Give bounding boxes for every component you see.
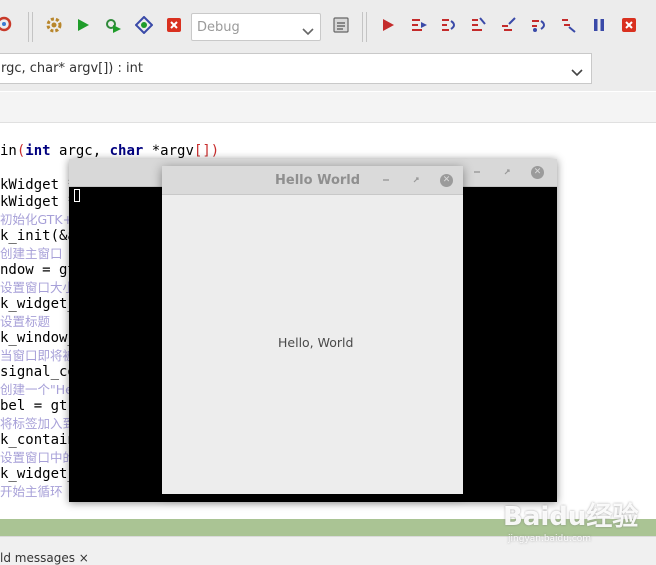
compile-icon[interactable] — [0, 15, 14, 35]
watermark-url: jingyan.baidu.com — [508, 534, 592, 544]
toolbar-separator — [32, 12, 33, 42]
function-selector[interactable]: rgc, char* argv[]) : int — [0, 53, 592, 84]
code-comment: 当窗口即将被 — [0, 348, 76, 363]
close-icon[interactable]: ✕ — [440, 174, 453, 187]
code-comment: 开始主循环 — [0, 484, 63, 499]
build-target-value: Debug — [197, 20, 240, 35]
break-debugger-icon[interactable] — [589, 15, 609, 35]
editor-tab-strip — [0, 92, 656, 123]
toolbar-separator — [28, 12, 29, 42]
function-selector-value: rgc, char* argv[]) : int — [1, 61, 143, 76]
code-comment: 设置窗口大小 — [0, 280, 76, 295]
code-token: argc, — [50, 143, 110, 159]
minimize-icon[interactable] — [469, 165, 485, 179]
code-token: *argv — [143, 143, 194, 159]
window-title: Hello World — [275, 173, 361, 188]
watermark-brand: Baidu经验 — [503, 502, 639, 532]
run-icon[interactable] — [73, 15, 93, 35]
baidu-watermark-logo: Baidu经验 jingyan.baidu.com — [503, 492, 653, 552]
hello-world-window[interactable]: Hello World ✕ Hello, World — [162, 166, 463, 494]
terminal-cursor — [74, 189, 80, 202]
next-line-icon[interactable] — [439, 15, 459, 35]
toolbar-separator — [362, 12, 363, 42]
maximize-icon[interactable] — [408, 173, 424, 187]
code-token: []) — [193, 143, 220, 159]
code-line: in(int argc, char *argv[]) — [0, 143, 219, 160]
hello-label: Hello, World — [278, 335, 354, 350]
run-to-cursor-icon[interactable] — [409, 15, 429, 35]
chevron-down-icon — [571, 63, 583, 82]
step-into-icon[interactable] — [469, 15, 489, 35]
code-keyword: char — [109, 143, 144, 159]
code-comment: 创建主窗口 — [0, 246, 63, 261]
rebuild-icon[interactable] — [134, 15, 154, 35]
stop-debugger-icon[interactable] — [619, 15, 639, 35]
maximize-icon[interactable] — [499, 165, 515, 179]
code-comment: 设置标题 — [0, 314, 51, 329]
settings-icon[interactable] — [44, 15, 64, 35]
close-icon[interactable]: ✕ — [531, 166, 544, 179]
step-into-instruction-icon[interactable] — [559, 15, 579, 35]
build-options-icon[interactable] — [331, 15, 351, 35]
build-target-select[interactable]: Debug — [191, 13, 321, 41]
code-comment: 将标签加入到 — [0, 416, 76, 431]
main-toolbar: Debug — [0, 0, 656, 54]
code-keyword: int — [25, 143, 51, 159]
build-messages-tab[interactable]: ld messages × — [0, 551, 89, 565]
next-instruction-icon[interactable] — [529, 15, 549, 35]
code-comment: 创建一个"He — [0, 382, 73, 397]
chevron-down-icon — [302, 22, 314, 41]
hello-window-titlebar[interactable]: Hello World ✕ — [162, 166, 463, 195]
step-out-icon[interactable] — [499, 15, 519, 35]
minimize-icon[interactable] — [378, 173, 394, 187]
build-run-icon[interactable] — [103, 15, 123, 35]
code-comment: 设置窗口中的 — [0, 450, 76, 465]
abort-icon[interactable] — [164, 15, 184, 35]
debug-start-icon[interactable] — [378, 15, 398, 35]
code-token: in — [0, 143, 17, 159]
toolbar-separator — [366, 12, 367, 42]
